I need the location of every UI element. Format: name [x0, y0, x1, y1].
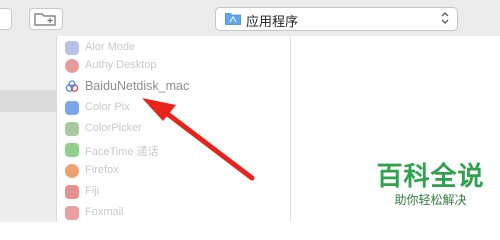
watermark-title: 百科全说 — [376, 162, 485, 192]
watermark: 百科全说 助你轻松解决 — [373, 162, 488, 208]
watermark-subtitle: 助你轻松解决 — [394, 193, 467, 207]
